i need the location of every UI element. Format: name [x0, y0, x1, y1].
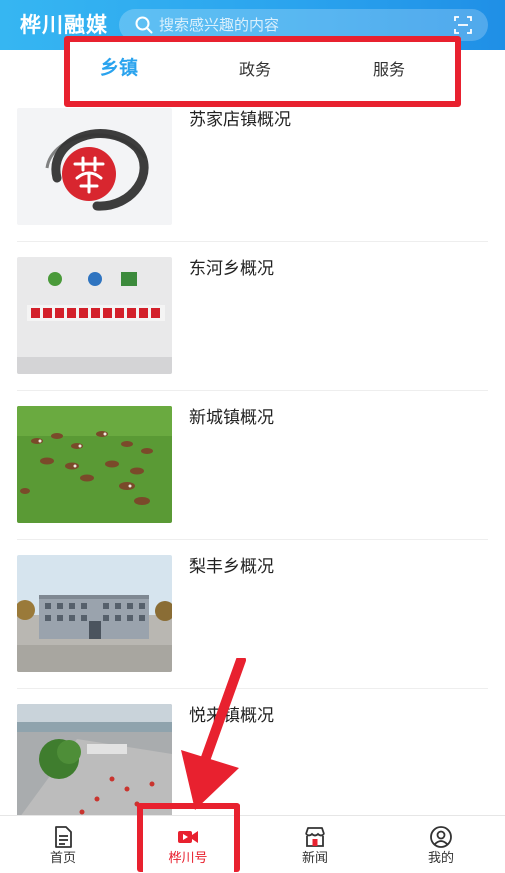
list-item[interactable]: 东河乡概况 [17, 242, 488, 391]
government-building-image [17, 555, 172, 672]
tab-government-affairs[interactable]: 政务 [239, 58, 271, 82]
item-title: 悦来镇概况 [189, 706, 274, 726]
bottom-navigation: 首页 桦川号 新闻 我的 [0, 815, 505, 873]
su-seal-image [17, 108, 172, 225]
nav-mine[interactable]: 我的 [391, 816, 491, 873]
list-item[interactable]: 梨丰乡概况 [17, 540, 488, 689]
cattle-field-image [17, 406, 172, 523]
nav-huachuan-account[interactable]: 桦川号 [138, 816, 238, 873]
video-camera-icon [178, 831, 198, 843]
document-icon [55, 826, 72, 848]
center-sign-image [17, 257, 172, 374]
list-item[interactable]: 新城镇概况 [17, 391, 488, 540]
store-icon [305, 827, 325, 847]
nav-huachuan-account-label: 桦川号 [168, 851, 208, 866]
user-icon [430, 826, 452, 848]
nav-home-label: 首页 [49, 851, 76, 866]
item-title: 梨丰乡概况 [189, 557, 274, 577]
tab-township[interactable]: 乡镇 [100, 56, 138, 80]
nav-news-label: 新闻 [301, 851, 328, 866]
item-title: 苏家店镇概况 [189, 110, 291, 130]
tab-services[interactable]: 服务 [373, 58, 405, 82]
township-list: 苏家店镇概况 东河乡概况 新城镇概况 梨丰乡概况 悦来镇概况 [17, 93, 488, 838]
nav-mine-label: 我的 [427, 851, 454, 866]
scan-icon[interactable] [454, 16, 472, 34]
nav-news[interactable]: 新闻 [265, 816, 365, 873]
nav-home[interactable]: 首页 [13, 816, 113, 873]
search-icon [135, 16, 153, 34]
plaza-aerial-image [17, 704, 172, 821]
list-item[interactable]: 苏家店镇概况 [17, 93, 488, 242]
search-placeholder: 搜索感兴趣的内容 [159, 16, 280, 34]
item-title: 新城镇概况 [189, 408, 274, 428]
item-title: 东河乡概况 [189, 259, 274, 279]
